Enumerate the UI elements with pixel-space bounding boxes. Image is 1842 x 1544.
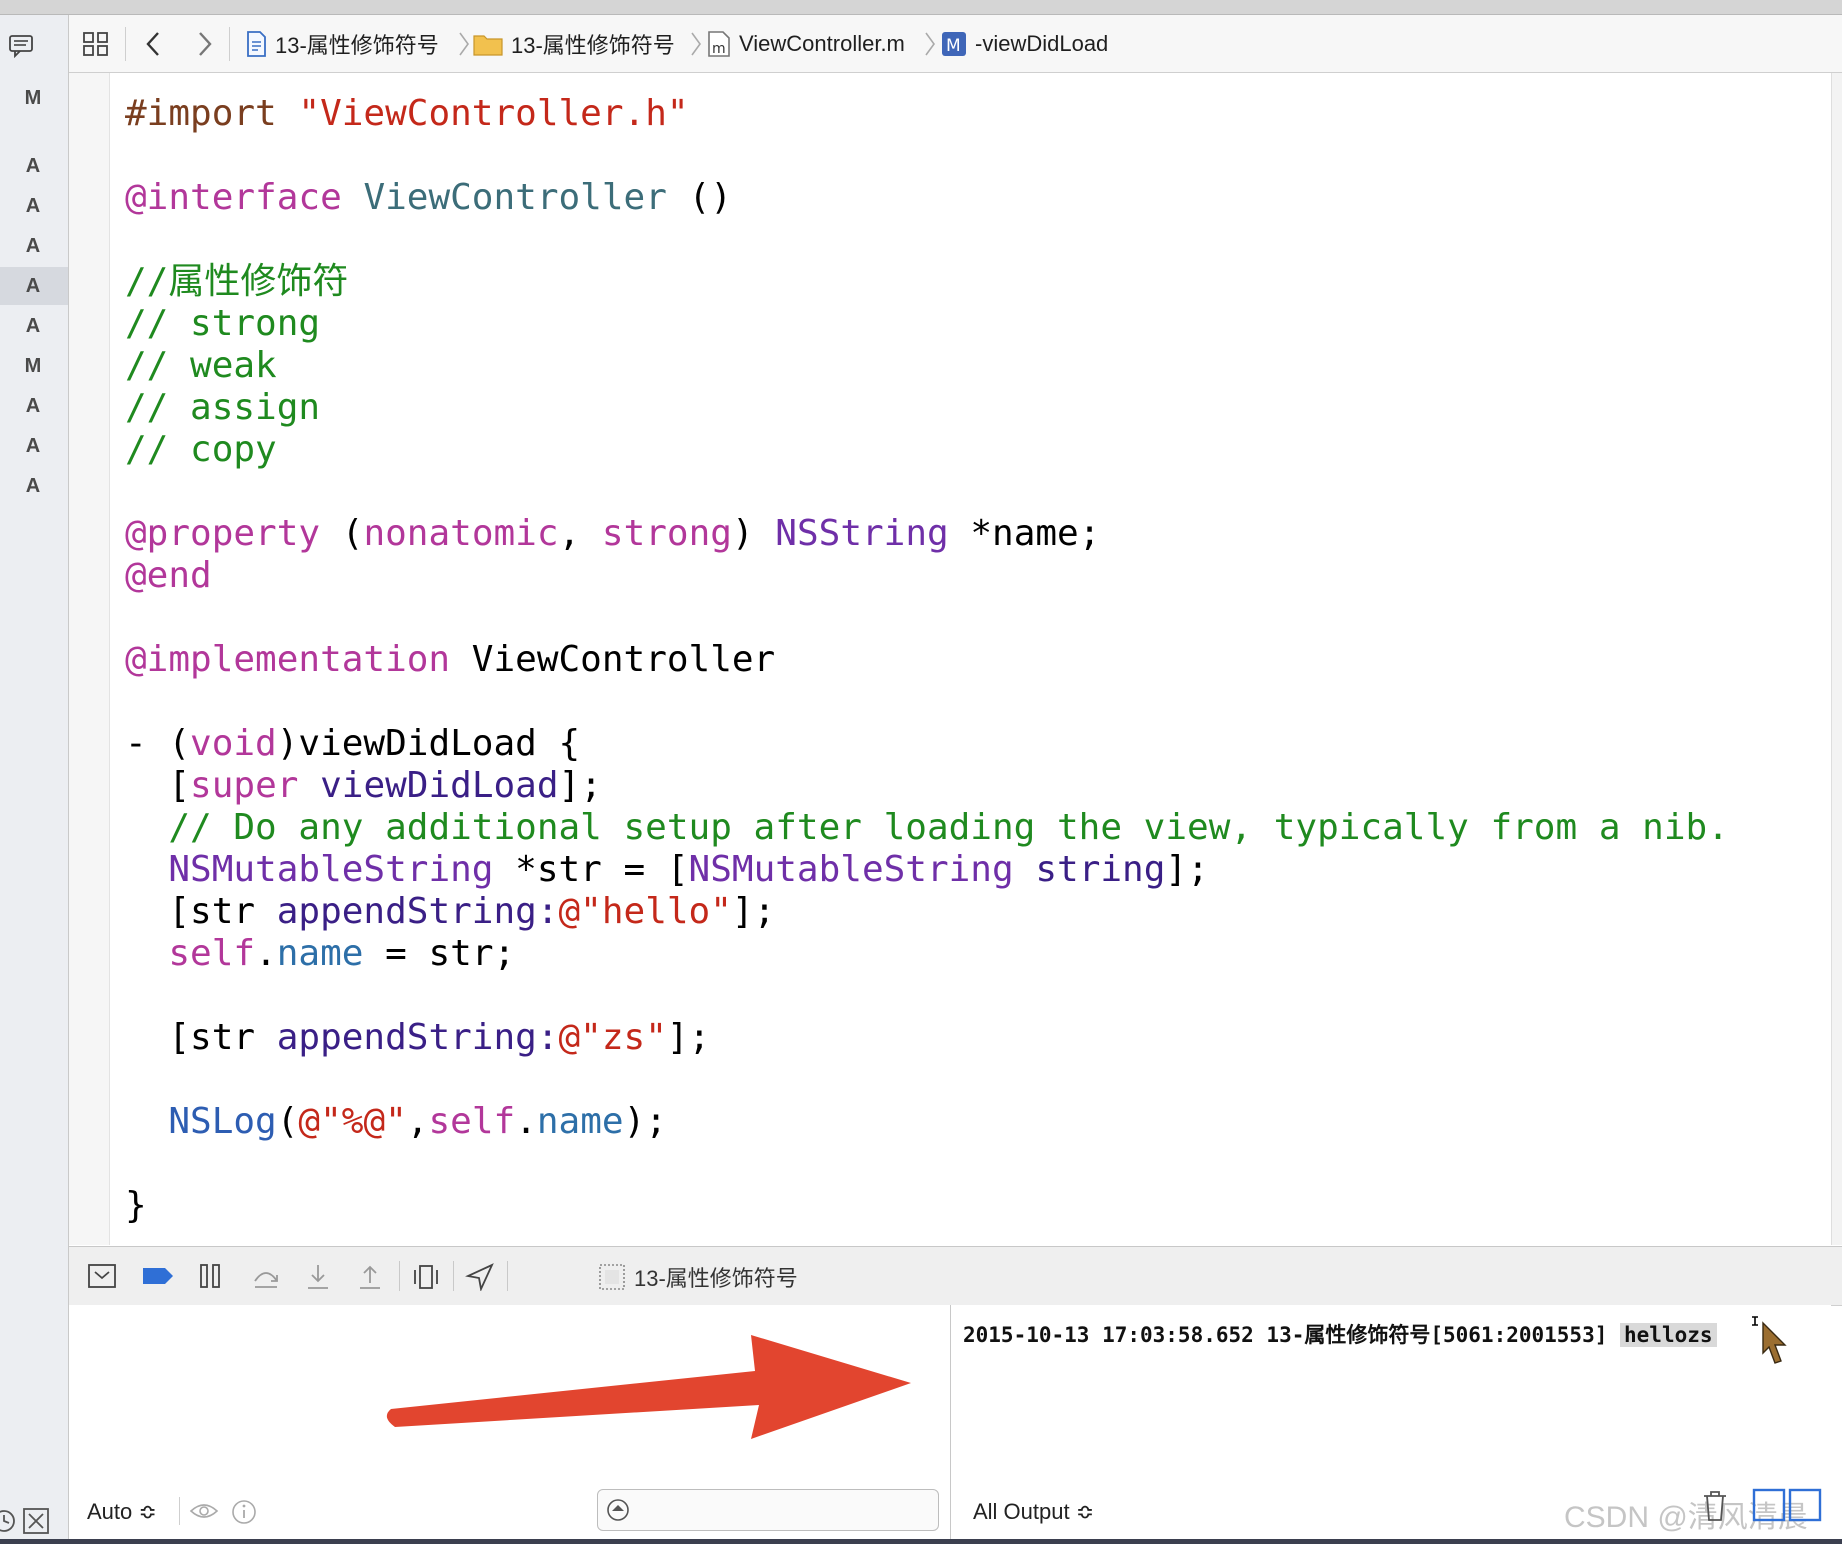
- status-marker: A: [25, 235, 41, 257]
- status-marker: A: [25, 395, 41, 417]
- simulate-location-icon[interactable]: [465, 1263, 495, 1291]
- window-bottom-strip: [0, 1539, 1842, 1544]
- variables-filter-input[interactable]: [597, 1489, 939, 1531]
- console-log-value: hellozs: [1620, 1323, 1717, 1347]
- code-line: // weak: [125, 345, 277, 386]
- jump-bar-divider: [125, 27, 126, 61]
- method-icon: M: [942, 32, 966, 56]
- debug-bar-divider: [507, 1261, 508, 1291]
- forward-chevron-icon[interactable]: [189, 29, 219, 59]
- status-marker: M: [24, 355, 42, 377]
- code-line: @end: [125, 555, 212, 596]
- code-line: @interface ViewController (): [125, 177, 732, 218]
- status-marker: M: [24, 87, 42, 109]
- code-line: // copy: [125, 429, 277, 470]
- hide-debug-area-icon[interactable]: [87, 1263, 117, 1289]
- comment-icon[interactable]: [8, 32, 34, 58]
- code-line: [str appendString:@"hello"];: [168, 891, 776, 932]
- quick-look-eye-icon[interactable]: [189, 1499, 219, 1523]
- source-editor[interactable]: #import "ViewController.h" @interface Vi…: [69, 73, 1831, 1245]
- source-control-gutter: M A A A A A M A A A: [0, 15, 69, 1539]
- svg-text:M: M: [946, 36, 961, 56]
- window-top-strip: [0, 0, 1842, 15]
- code-line: // assign: [125, 387, 321, 428]
- app-target-icon: [599, 1264, 625, 1290]
- mouse-cursor-icon: [1752, 1316, 1787, 1364]
- editor-scrollbar[interactable]: [1831, 73, 1842, 1245]
- filter-icon: [607, 1499, 629, 1521]
- folder-icon: [473, 35, 503, 56]
- breadcrumb-label: 13-属性修饰符号: [275, 33, 439, 58]
- project-icon: [247, 31, 266, 57]
- view-debugger-icon[interactable]: [411, 1263, 441, 1291]
- breadcrumb-separator-icon: [925, 32, 935, 56]
- breadcrumb-method[interactable]: M -viewDidLoad: [941, 29, 1108, 59]
- code-line: }: [125, 1185, 147, 1226]
- status-marker-selected[interactable]: A: [0, 267, 68, 305]
- code-line: NSMutableString *str = [NSMutableString …: [168, 849, 1209, 890]
- code-line: #import "ViewController.h": [125, 93, 689, 134]
- console-output-filter[interactable]: All Output ≎: [973, 1499, 1094, 1525]
- info-icon[interactable]: [231, 1499, 257, 1525]
- status-marker: A: [25, 435, 41, 457]
- console-log-line: 2015-10-13 17:03:58.652 13-属性修饰符号[5061:2…: [963, 1319, 1717, 1349]
- code-line: [str appendString:@"zs"];: [168, 1017, 711, 1058]
- close-filter-icon[interactable]: [22, 1507, 50, 1535]
- code-line: @implementation ViewController: [125, 639, 776, 680]
- debug-bar: 13-属性修饰符号: [69, 1246, 1842, 1306]
- status-marker: A: [25, 155, 41, 177]
- jump-bar-divider: [229, 27, 230, 61]
- toolbar-divider: [179, 1497, 180, 1525]
- split-view-icon[interactable]: [1752, 1488, 1824, 1522]
- history-icon[interactable]: [0, 1507, 20, 1535]
- code-line: //属性修饰符: [125, 261, 349, 302]
- variables-view[interactable]: Auto ≎: [69, 1305, 951, 1539]
- related-items-grid-icon[interactable]: [81, 29, 111, 59]
- m-file-icon: m: [708, 31, 730, 57]
- status-marker: A: [25, 315, 41, 337]
- breadcrumb-file[interactable]: m ViewController.m: [707, 29, 905, 59]
- breadcrumb-project[interactable]: 13-属性修饰符号: [245, 29, 439, 59]
- breadcrumb-label: -viewDidLoad: [975, 31, 1109, 56]
- step-out-icon[interactable]: [357, 1263, 383, 1291]
- debug-target-name: 13-属性修饰符号: [634, 1266, 798, 1291]
- variables-scope-select[interactable]: Auto ≎: [87, 1499, 157, 1525]
- trash-icon[interactable]: [1700, 1488, 1730, 1524]
- gutter-bottom-tools: [0, 1501, 68, 1541]
- status-marker: A: [25, 195, 41, 217]
- code-line: @property (nonatomic, strong) NSString *…: [125, 513, 1101, 554]
- console-log-prefix: 2015-10-13 17:03:58.652 13-属性修饰符号[5061:2…: [963, 1323, 1621, 1347]
- back-chevron-icon[interactable]: [139, 29, 169, 59]
- annotation-arrow: [386, 1335, 911, 1439]
- debug-bar-divider: [453, 1261, 454, 1291]
- breadcrumb-label: ViewController.m: [739, 31, 905, 56]
- variables-toolbar: Auto ≎: [69, 1485, 950, 1539]
- code-text[interactable]: #import "ViewController.h" @interface Vi…: [125, 93, 1729, 1226]
- code-line: // Do any additional setup after loading…: [168, 807, 1729, 848]
- debug-bar-divider: [399, 1261, 400, 1291]
- code-line: - (void)viewDidLoad {: [125, 723, 581, 764]
- step-over-icon[interactable]: [251, 1263, 281, 1289]
- breadcrumb-separator-icon: [459, 32, 469, 56]
- code-line: [super viewDidLoad];: [168, 765, 602, 806]
- breakpoints-toggle-icon[interactable]: [141, 1263, 175, 1289]
- code-line: NSLog(@"%@",self.name);: [168, 1101, 667, 1142]
- step-into-icon[interactable]: [305, 1263, 331, 1291]
- code-line: self.name = str;: [168, 933, 516, 974]
- svg-text:m: m: [712, 41, 726, 57]
- breadcrumb-separator-icon: [691, 32, 701, 56]
- code-line: // strong: [125, 303, 321, 344]
- breadcrumb-label: 13-属性修饰符号: [511, 33, 675, 58]
- line-number-gutter: [69, 73, 110, 1245]
- breadcrumb-group[interactable]: 13-属性修饰符号: [473, 29, 675, 59]
- status-marker: A: [25, 475, 41, 497]
- jump-bar: 13-属性修饰符号 13-属性修饰符号 m ViewController.m M…: [69, 15, 1842, 73]
- pause-icon[interactable]: [197, 1263, 223, 1289]
